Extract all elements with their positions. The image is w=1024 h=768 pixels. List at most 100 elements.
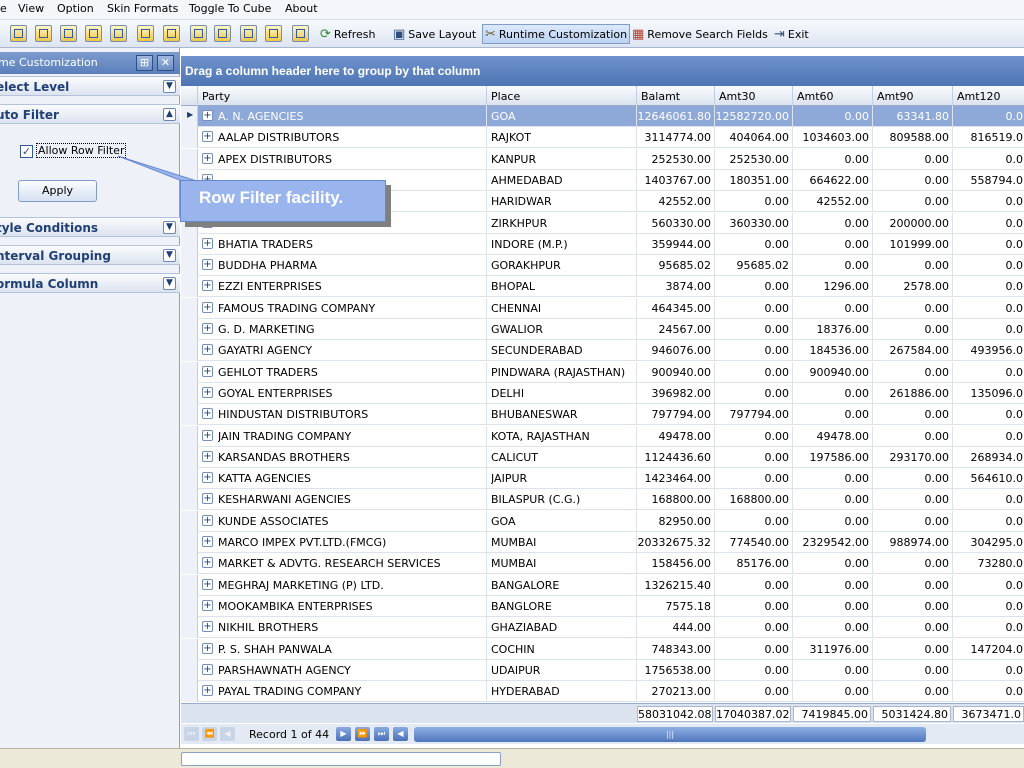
cell-place[interactable]: DELHI [491,387,633,400]
column-header-amt90[interactable]: Amt90 [873,86,953,106]
next-page-icon[interactable]: ⏩ [355,727,370,741]
cell-balamt[interactable]: 1756538.00 [637,664,711,677]
cell-place[interactable]: GOA [491,110,633,123]
cell-amt60[interactable]: 0.00 [793,600,870,613]
cell-amt90[interactable]: 63341.80 [873,110,950,123]
cell-balamt[interactable]: 1403767.00 [637,174,711,187]
cell-place[interactable]: COCHIN [491,643,633,656]
cell-amt120[interactable]: 73280.0 [953,557,1024,570]
cell-balamt[interactable]: 359944.00 [637,238,712,251]
cell-amt60[interactable]: 664622.00 [793,174,870,187]
cell-amt60[interactable]: 1296.00 [793,280,870,293]
cell-amt30[interactable]: 404064.00 [715,131,790,144]
first-record-icon[interactable]: ⏮ [184,727,199,741]
cell-amt90[interactable]: 101999.00 [873,238,950,251]
cell-amt120[interactable]: 0.0 [953,621,1024,634]
expand-row-icon[interactable]: + [202,536,213,547]
cell-amt120[interactable]: 304295.0 [953,536,1024,549]
cell-amt90[interactable]: 261886.00 [873,387,950,400]
row-indicator[interactable] [181,681,198,702]
table-row[interactable]: + P. S. SHAH PANWALA COCHIN 748343.00 0.00 31… [181,638,1024,660]
cell-place[interactable]: BANGALORE [491,579,633,592]
cell-party[interactable]: KUNDE ASSOCIATES [218,515,483,528]
table-row[interactable]: + BHATIA TRADERS INDORE (M.P.) 359944.00 0.0… [181,233,1024,255]
refresh-button[interactable]: ⟳ Refresh [318,24,377,44]
row-indicator[interactable] [181,319,198,340]
cell-amt60[interactable]: 0.00 [793,515,870,528]
horizontal-scrollbar[interactable]: ||| [414,727,926,742]
cell-balamt[interactable]: 1423464.00 [637,472,711,485]
cell-amt90[interactable]: 0.00 [873,600,950,613]
cell-amt120[interactable]: 564610.0 [953,472,1024,485]
table-row[interactable]: + AALAP DISTRIBUTORS RAJKOT 3114774.00 40406… [181,127,1024,149]
row-indicator[interactable] [181,276,198,298]
cell-place[interactable]: JAIPUR [491,472,633,485]
cell-amt30[interactable]: 0.00 [715,238,790,251]
cell-amt120[interactable]: 0.0 [953,664,1024,677]
cell-amt90[interactable]: 0.00 [873,366,950,379]
cell-amt120[interactable]: 816519.0 [953,131,1024,144]
cell-amt90[interactable]: 2578.00 [873,280,950,293]
menu-item-about[interactable]: About [285,2,318,15]
cell-place[interactable]: KOTA, RAJASTHAN [491,430,633,443]
remove-search-fields-button[interactable]: ▦ Remove Search Fields [630,24,770,44]
cell-balamt[interactable]: 158456.00 [637,557,712,570]
column-header-place[interactable]: Place [487,86,637,106]
table-row[interactable]: + MEGHRAJ MARKETING (P) LTD. BANGALORE 1326… [181,574,1024,596]
cell-amt30[interactable]: 180351.00 [715,174,790,187]
cell-amt90[interactable]: 988974.00 [873,536,950,549]
row-indicator[interactable] [181,489,198,511]
row-indicator[interactable] [181,532,198,553]
cell-amt30[interactable]: 0.00 [715,302,790,315]
cell-amt30[interactable]: 0.00 [715,664,790,677]
cell-amt60[interactable]: 197586.00 [793,451,870,464]
cell-amt120[interactable]: 135096.0 [953,387,1024,400]
cell-amt120[interactable]: 493956.0 [953,344,1024,357]
next-record-icon[interactable]: ▶ [336,727,351,741]
cell-amt90[interactable]: 809588.00 [873,131,950,144]
table-row[interactable]: + NIKHIL BROTHERS GHAZIABAD 444.00 0.00 0.00 0… [181,617,1024,639]
cell-place[interactable]: CALICUT [491,451,633,464]
cell-amt30[interactable]: 252530.00 [715,153,790,166]
cell-amt60[interactable]: 0.00 [793,217,870,230]
cell-amt120[interactable]: 0.0 [953,302,1024,315]
cell-place[interactable]: ZIRKHPUR [491,217,633,230]
cell-place[interactable]: UDAIPUR [491,664,633,677]
cell-amt30[interactable]: 0.00 [715,451,790,464]
cell-party[interactable]: HINDUSTAN DISTRIBUTORS [218,408,483,421]
row-indicator[interactable] [181,446,198,468]
scroll-left-icon[interactable]: ◀ [393,727,408,741]
cell-amt30[interactable]: 0.00 [715,515,790,528]
row-indicator[interactable] [181,553,198,575]
table-row[interactable]: + KATTA AGENCIES JAIPUR 1423464.00 0.00 0.00 0… [181,468,1024,490]
row-indicator[interactable] [181,255,198,277]
cell-balamt[interactable]: 42552.00 [637,195,712,208]
cell-amt60[interactable]: 0.00 [793,302,870,315]
section-formula-column[interactable]: ormula Column ▼ [0,273,180,293]
cell-party[interactable]: BHATIA TRADERS [218,238,483,251]
row-indicator[interactable] [181,382,198,404]
cell-amt120[interactable]: 0.0 [953,493,1024,506]
row-indicator[interactable] [181,297,198,319]
prev-page-icon[interactable]: ⏪ [202,727,217,741]
group-by-panel[interactable]: Drag a column header here to group by th… [181,56,1024,86]
cell-balamt[interactable]: 168800.00 [637,493,712,506]
comment-icon[interactable] [292,25,309,42]
expand-row-icon[interactable]: + [202,663,213,675]
cell-amt90[interactable]: 0.00 [873,621,950,634]
cell-balamt[interactable]: 396982.00 [637,387,712,400]
cell-party[interactable]: MARCO IMPEX PVT.LTD.(FMCG) [218,536,483,549]
cell-place[interactable]: AHMEDABAD [491,174,633,187]
cell-amt90[interactable]: 0.00 [873,515,950,528]
table-row[interactable]: + PARSHAWNATH AGENCY UDAIPUR 1756538.00 0.00… [181,659,1024,681]
cell-amt120[interactable]: 0.0 [953,323,1024,336]
expand-row-icon[interactable]: + [202,408,213,420]
cell-amt90[interactable]: 0.00 [873,323,950,336]
row-indicator[interactable] [181,510,198,532]
expand-row-icon[interactable]: + [202,493,213,505]
cell-amt60[interactable]: 0.00 [793,472,870,485]
expand-row-icon[interactable]: + [202,386,213,398]
cell-amt90[interactable]: 0.00 [873,195,950,208]
save-layout-button[interactable]: ▣ Save Layout [391,24,478,44]
runtime-customization-button[interactable]: ✂ Runtime Customization [482,24,631,44]
